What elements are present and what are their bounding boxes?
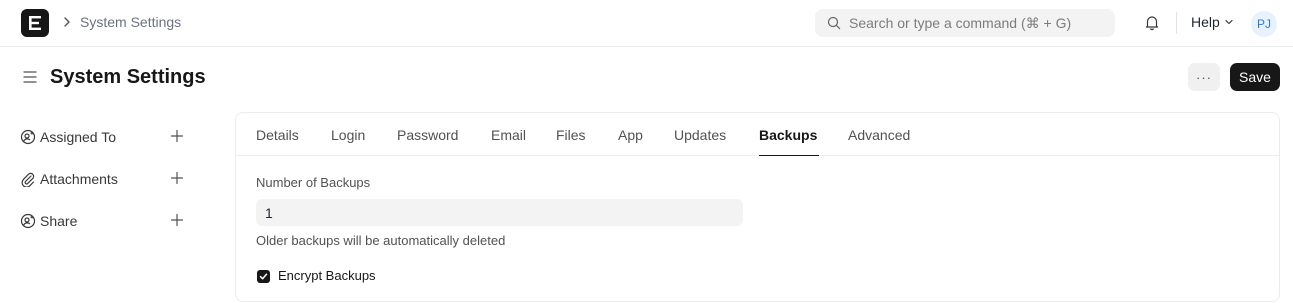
tab-backups[interactable]: Backups	[759, 127, 817, 143]
breadcrumb: System Settings	[62, 14, 181, 30]
page-title: System Settings	[50, 66, 206, 88]
assign-user-icon	[20, 129, 36, 145]
search-bar[interactable]	[815, 9, 1115, 37]
paperclip-icon	[21, 172, 35, 187]
app-logo-icon	[29, 16, 41, 30]
notifications-button[interactable]	[1144, 14, 1160, 34]
form-tabs: Details Login Password Email Files App U…	[236, 113, 1279, 156]
tab-email[interactable]: Email	[491, 127, 526, 143]
navbar: System Settings Help PJ	[0, 0, 1293, 47]
encrypt-backups-checkbox[interactable]	[257, 270, 270, 283]
backups-field-help: Older backups will be automatically dele…	[256, 233, 506, 248]
help-label: Help	[1191, 14, 1220, 30]
search-icon	[827, 16, 841, 30]
navbar-divider	[1176, 12, 1177, 34]
chevron-down-icon	[1225, 19, 1233, 25]
tab-details[interactable]: Details	[256, 127, 299, 143]
add-attachment-plus-icon[interactable]	[170, 171, 184, 185]
tab-updates[interactable]: Updates	[674, 127, 726, 143]
add-assignee-plus-icon[interactable]	[170, 129, 184, 143]
avatar[interactable]: PJ	[1251, 11, 1277, 37]
share-user-icon	[20, 213, 36, 229]
active-tab-indicator	[759, 155, 819, 156]
form-card: Details Login Password Email Files App U…	[235, 112, 1280, 302]
sidebar-item-label: Share	[40, 213, 78, 229]
search-input[interactable]	[849, 15, 1099, 31]
more-actions-button[interactable]: ···	[1188, 63, 1220, 91]
chevron-right-icon	[64, 17, 70, 27]
breadcrumb-link[interactable]: System Settings	[80, 14, 181, 30]
save-button[interactable]: Save	[1230, 63, 1280, 91]
help-dropdown[interactable]: Help	[1191, 14, 1234, 30]
app-logo[interactable]	[21, 9, 49, 37]
backups-field-label: Number of Backups	[256, 175, 371, 190]
tab-app[interactable]: App	[618, 127, 643, 143]
hamburger-icon	[23, 71, 37, 83]
tab-files[interactable]: Files	[556, 127, 586, 143]
checkmark-icon	[259, 273, 268, 280]
tab-login[interactable]: Login	[331, 127, 365, 143]
sidebar-item-assigned-to[interactable]: Assigned To	[20, 129, 190, 145]
tab-password[interactable]: Password	[397, 127, 458, 143]
tab-advanced[interactable]: Advanced	[848, 127, 910, 143]
sidebar-toggle[interactable]	[23, 70, 37, 87]
encrypt-backups-label[interactable]: Encrypt Backups	[278, 268, 376, 283]
number-of-backups-input[interactable]	[256, 199, 743, 226]
add-share-plus-icon[interactable]	[170, 213, 184, 227]
bell-icon	[1145, 16, 1159, 31]
sidebar-item-share[interactable]: Share	[20, 213, 190, 229]
sidebar-item-label: Attachments	[40, 171, 118, 187]
sidebar-item-label: Assigned To	[40, 129, 117, 145]
sidebar-item-attachments[interactable]: Attachments	[20, 171, 190, 187]
page-head: System Settings ··· Save	[0, 47, 1293, 107]
